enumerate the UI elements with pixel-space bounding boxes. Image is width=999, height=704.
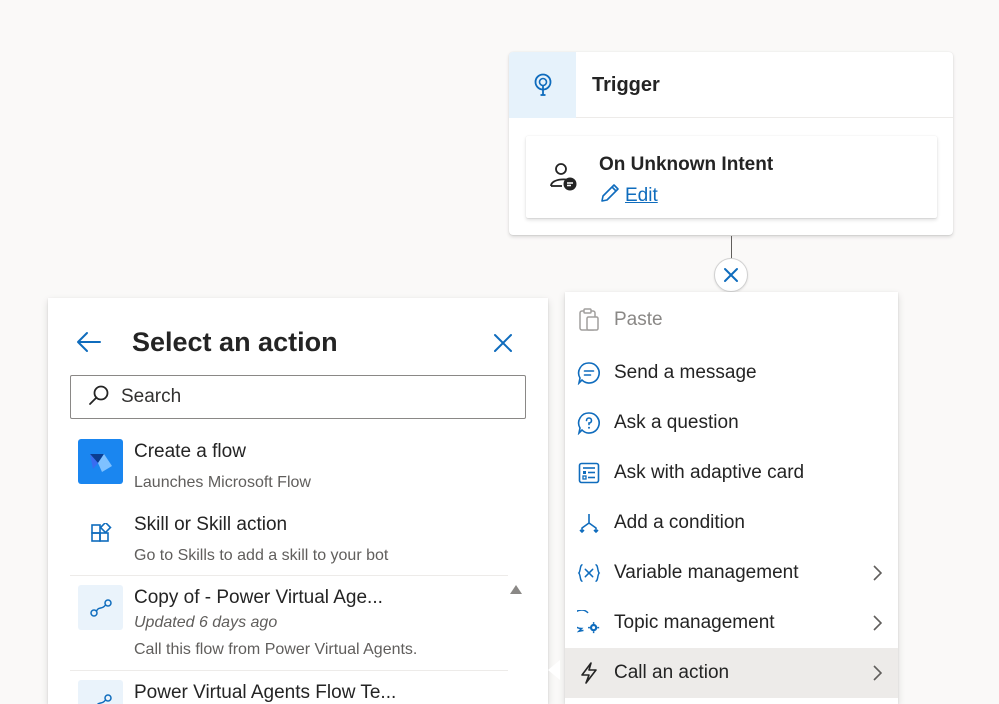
menu-label: Add a condition xyxy=(614,512,745,533)
adaptive-card-icon xyxy=(577,461,601,485)
flow-icon xyxy=(78,585,123,630)
item-subtitle: Launches Microsoft Flow xyxy=(134,474,311,491)
close-panel-icon[interactable] xyxy=(492,332,514,359)
edit-label[interactable]: Edit xyxy=(625,185,658,207)
menu-item-send-message[interactable]: Send a message xyxy=(565,348,898,398)
trigger-card: Trigger On Unknown Intent Edit xyxy=(509,52,953,235)
item-title: Skill or Skill action xyxy=(134,514,288,535)
menu-label: Paste xyxy=(614,309,663,330)
menu-item-call-action[interactable]: Call an action xyxy=(565,648,898,698)
add-node-menu: Paste Send a message Ask a question Ask … xyxy=(565,292,898,704)
menu-label: Topic management xyxy=(614,612,775,633)
intent-title: On Unknown Intent xyxy=(599,154,774,175)
trigger-header: Trigger xyxy=(509,52,953,118)
branch-icon xyxy=(577,511,601,535)
chevron-right-icon xyxy=(872,565,883,586)
list-item-skill[interactable]: Skill or Skill action Go to Skills to ad… xyxy=(70,512,508,570)
panel-title: Select an action xyxy=(132,327,338,357)
lightbulb-icon xyxy=(509,52,576,118)
menu-item-paste[interactable]: Paste xyxy=(565,295,898,345)
list-item-create-flow[interactable]: Create a flow Launches Microsoft Flow xyxy=(70,439,508,497)
connector-line xyxy=(731,236,732,260)
back-arrow-icon[interactable] xyxy=(76,330,102,359)
item-title: Copy of - Power Virtual Age... xyxy=(134,587,383,608)
edit-link[interactable]: Edit xyxy=(599,182,658,209)
close-icon[interactable] xyxy=(714,258,748,292)
item-title: Power Virtual Agents Flow Te... xyxy=(134,682,397,703)
menu-item-adaptive-card[interactable]: Ask with adaptive card xyxy=(565,448,898,498)
divider xyxy=(70,575,508,576)
search-placeholder: Search xyxy=(121,386,182,407)
menu-label: Ask a question xyxy=(614,412,739,433)
flow-icon xyxy=(78,680,123,704)
clipboard-icon xyxy=(577,308,601,332)
scroll-up-arrow-icon[interactable] xyxy=(510,585,522,594)
menu-label: Send a message xyxy=(614,362,757,383)
menu-label: Variable management xyxy=(614,562,799,583)
apps-add-icon xyxy=(78,512,123,557)
list-item-flow-template[interactable]: Power Virtual Agents Flow Te... xyxy=(70,680,508,704)
menu-item-topic-management[interactable]: Topic management xyxy=(565,598,898,648)
intent-box[interactable]: On Unknown Intent Edit xyxy=(526,136,937,218)
search-icon xyxy=(87,383,111,412)
menu-label: Call an action xyxy=(614,662,730,683)
power-automate-icon xyxy=(78,439,123,484)
submenu-pointer xyxy=(548,660,560,680)
item-subtitle: Call this flow from Power Virtual Agents… xyxy=(134,641,418,658)
item-title: Create a flow xyxy=(134,441,246,462)
divider xyxy=(70,670,508,671)
variable-icon xyxy=(577,561,601,585)
question-bubble-icon xyxy=(577,411,601,435)
pencil-icon xyxy=(599,182,621,209)
search-input[interactable]: Search xyxy=(70,375,526,419)
lightning-icon xyxy=(577,661,601,685)
topic-settings-icon xyxy=(577,610,601,635)
select-action-panel: Select an action Search Create a flow La… xyxy=(48,298,548,704)
item-subtitle: Go to Skills to add a skill to your bot xyxy=(134,547,389,564)
menu-item-ask-question[interactable]: Ask a question xyxy=(565,398,898,448)
trigger-title: Trigger xyxy=(592,74,660,96)
menu-item-variable-management[interactable]: Variable management xyxy=(565,548,898,598)
chevron-right-icon xyxy=(872,665,883,686)
list-item-flow-copy[interactable]: Copy of - Power Virtual Age... Updated 6… xyxy=(70,585,508,665)
chat-message-icon xyxy=(577,361,601,385)
person-chat-icon xyxy=(548,162,578,197)
menu-label: Ask with adaptive card xyxy=(614,462,805,483)
chevron-right-icon xyxy=(872,615,883,636)
menu-item-add-condition[interactable]: Add a condition xyxy=(565,498,898,548)
item-updated: Updated 6 days ago xyxy=(134,614,278,631)
